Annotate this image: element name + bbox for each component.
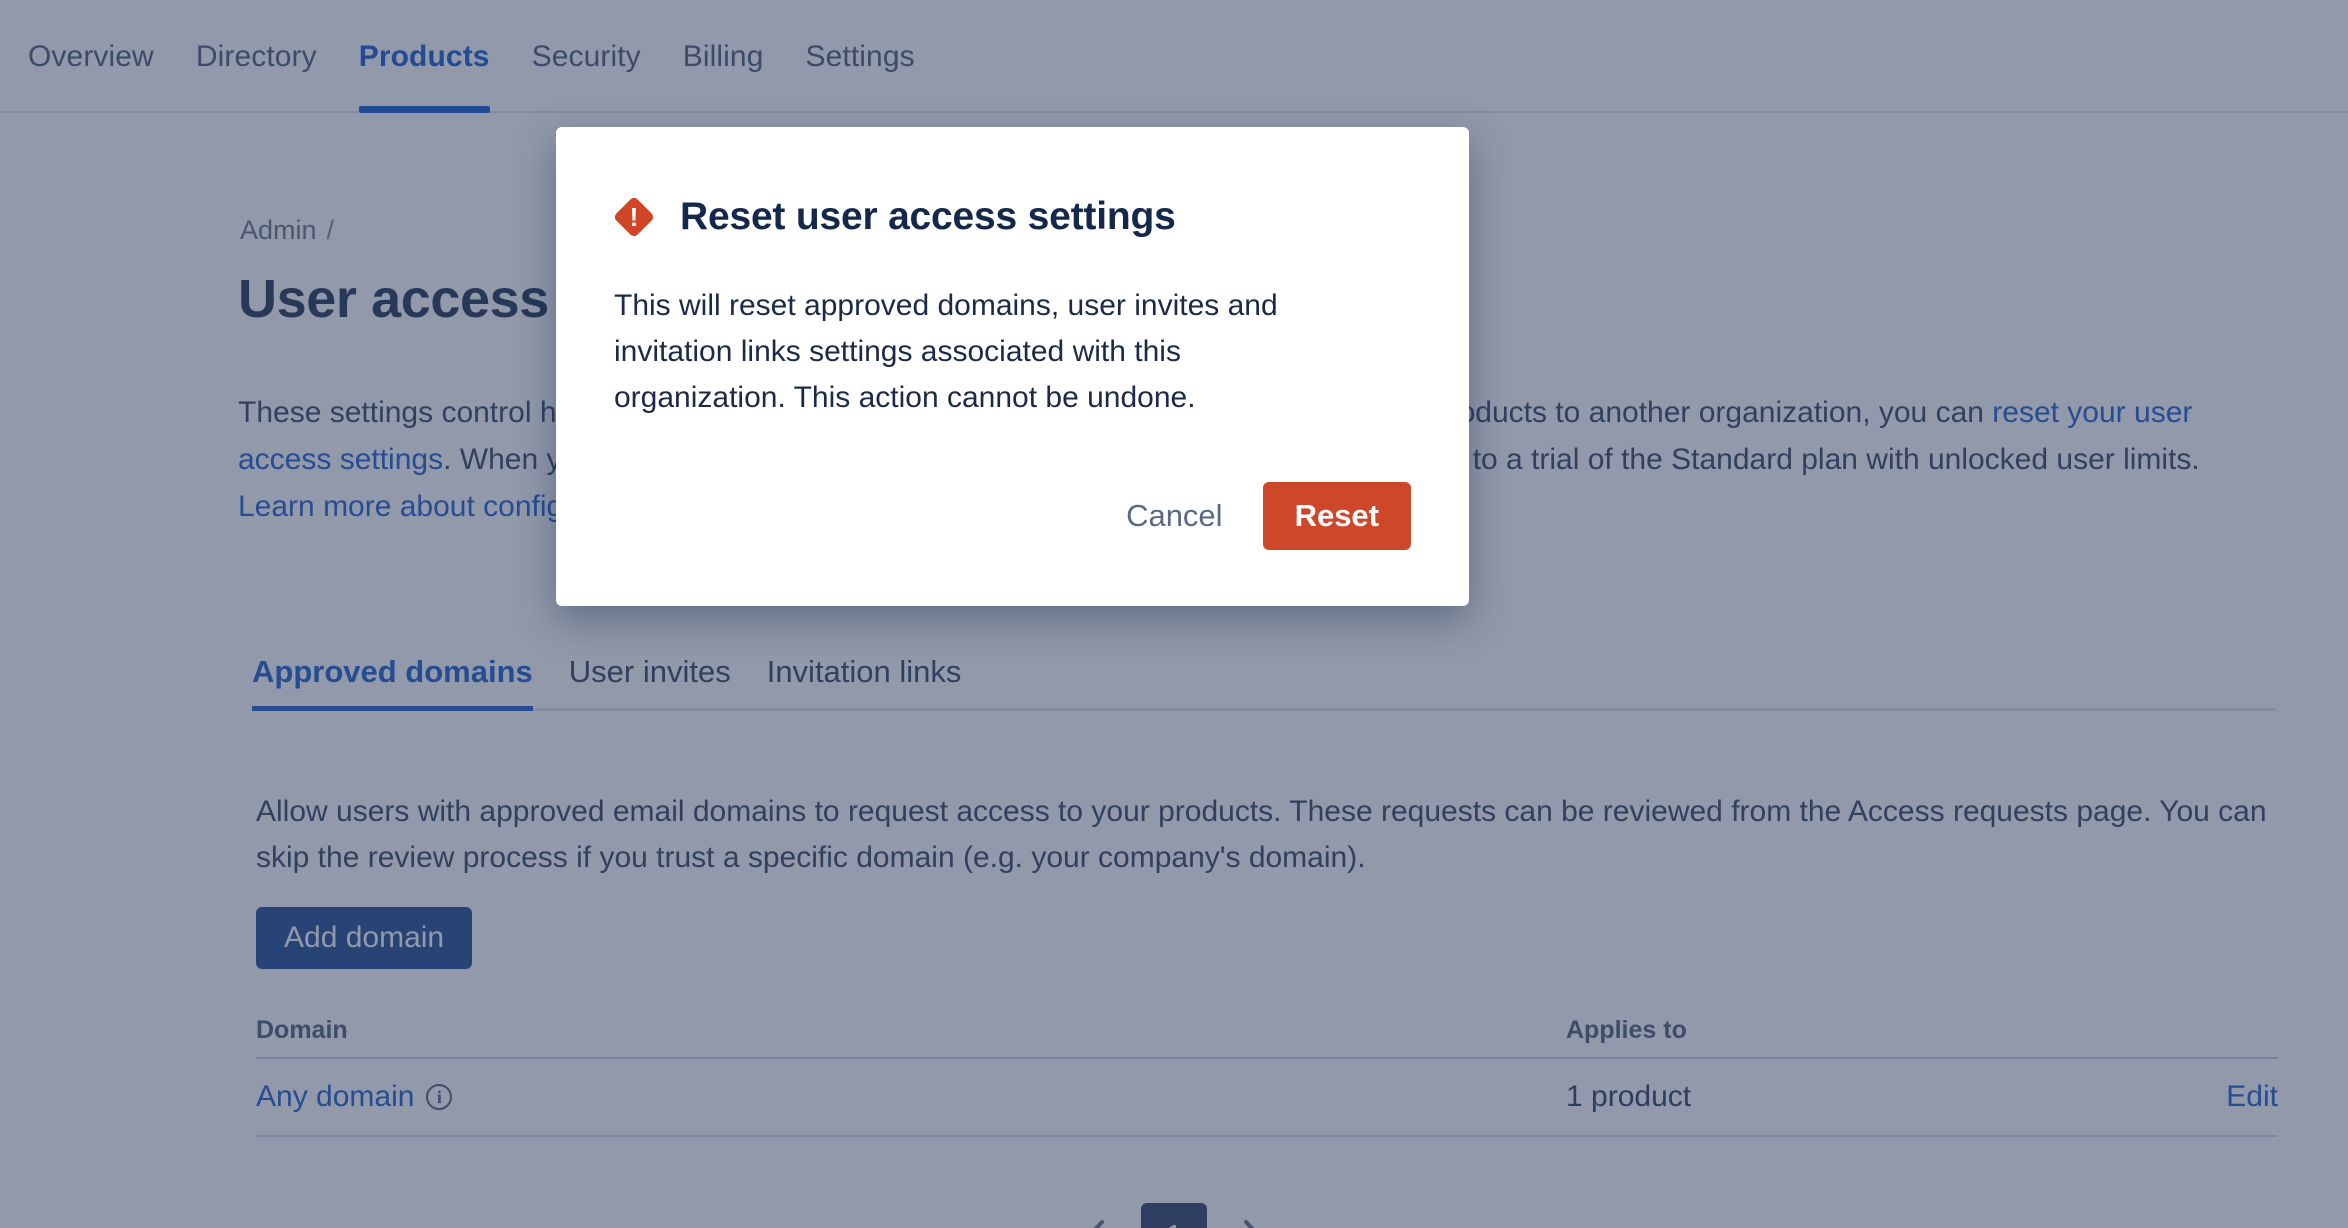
dialog-actions: Cancel Reset bbox=[1104, 482, 1411, 550]
reset-button[interactable]: Reset bbox=[1262, 482, 1411, 550]
dialog-body-text: This will reset approved domains, user i… bbox=[614, 289, 1278, 414]
app-root: Overview Directory Products Security Bil… bbox=[0, 0, 2348, 1228]
cancel-button[interactable]: Cancel bbox=[1104, 484, 1245, 548]
reset-user-access-settings-dialog: ! Reset user access settings This will r… bbox=[556, 127, 1469, 606]
warning-icon-glyph: ! bbox=[629, 202, 639, 232]
dialog-header: ! Reset user access settings bbox=[612, 195, 1411, 239]
dialog-title: Reset user access settings bbox=[680, 195, 1176, 238]
warning-icon: ! bbox=[612, 195, 656, 239]
